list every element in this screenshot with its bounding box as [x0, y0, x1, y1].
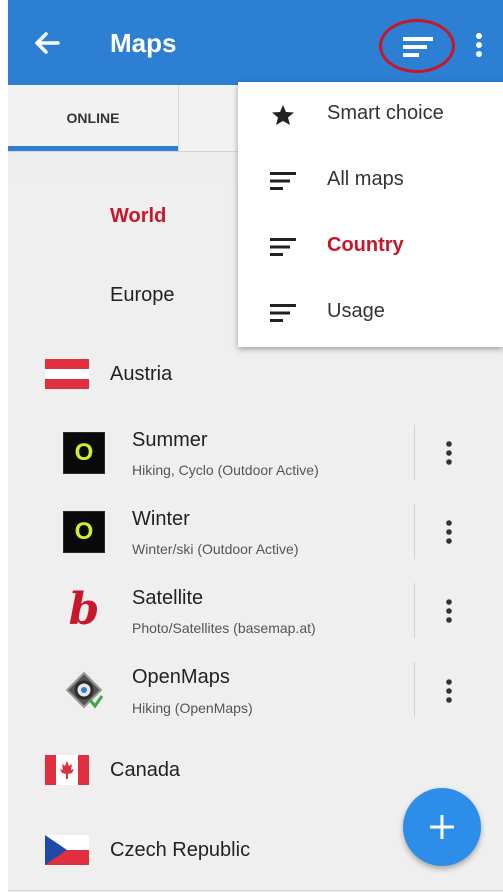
- sort-menu: Smart choice All maps Country Usage: [238, 82, 503, 347]
- divider: [414, 583, 415, 638]
- app-bar: Maps: [8, 0, 503, 85]
- outdoor-active-icon: O: [63, 511, 105, 553]
- divider: [414, 425, 415, 480]
- divider: [414, 662, 415, 717]
- europe-label: Europe: [110, 284, 175, 306]
- menu-item-label: All maps: [327, 168, 404, 190]
- menu-item-usage[interactable]: Usage: [238, 280, 503, 346]
- czech-flag-icon: [45, 835, 89, 865]
- map-row-summer[interactable]: O Summer Hiking, Cyclo (Outdoor Active): [8, 413, 503, 493]
- world-label: World: [110, 205, 167, 227]
- basemap-icon: b: [68, 584, 100, 635]
- austria-flag-icon: [45, 359, 89, 389]
- more-vertical-icon[interactable]: [472, 28, 486, 62]
- country-label: Austria: [110, 363, 173, 385]
- map-subtitle: Winter/ski (Outdoor Active): [132, 541, 299, 557]
- sort-lines-icon: [270, 172, 296, 190]
- add-map-button[interactable]: [403, 788, 481, 866]
- openmaps-icon: [65, 671, 104, 709]
- more-vertical-icon[interactable]: [442, 597, 456, 625]
- plus-icon: [430, 815, 454, 839]
- map-title: Summer: [132, 429, 208, 451]
- map-title: Winter: [132, 508, 190, 530]
- arrow-left-icon[interactable]: [30, 26, 64, 60]
- menu-item-label: Usage: [327, 300, 385, 322]
- menu-item-all-maps[interactable]: All maps: [238, 148, 503, 214]
- sort-button[interactable]: [379, 19, 455, 73]
- menu-item-country[interactable]: Country: [238, 214, 503, 280]
- more-vertical-icon[interactable]: [442, 439, 456, 467]
- menu-item-label: Country: [327, 234, 404, 256]
- country-label: Canada: [110, 759, 181, 781]
- map-row-openmaps[interactable]: OpenMaps Hiking (OpenMaps): [8, 650, 503, 731]
- tab-online[interactable]: ONLINE: [8, 85, 178, 151]
- page-title: Maps: [110, 28, 177, 58]
- tab-indicator: [8, 146, 178, 151]
- menu-item-label: Smart choice: [327, 102, 444, 124]
- more-vertical-icon[interactable]: [442, 677, 456, 705]
- sort-lines-icon: [270, 238, 296, 256]
- menu-item-smart-choice[interactable]: Smart choice: [238, 82, 503, 148]
- map-title: Satellite: [132, 587, 204, 609]
- outdoor-active-icon: O: [63, 432, 105, 474]
- map-row-winter[interactable]: O Winter Winter/ski (Outdoor Active): [8, 492, 503, 572]
- country-label: Czech Republic: [110, 839, 251, 861]
- sort-lines-icon: [270, 304, 296, 322]
- more-vertical-icon[interactable]: [442, 518, 456, 546]
- sort-lines-icon: [403, 37, 433, 57]
- divider: [414, 504, 415, 559]
- star-icon: [272, 105, 294, 125]
- map-title: OpenMaps: [132, 666, 230, 688]
- map-row-satellite[interactable]: b Satellite Photo/Satellites (basemap.at…: [8, 571, 503, 651]
- map-subtitle: Photo/Satellites (basemap.at): [132, 620, 316, 636]
- canada-flag-icon: [45, 755, 89, 785]
- map-subtitle: Hiking (OpenMaps): [132, 700, 253, 716]
- map-subtitle: Hiking, Cyclo (Outdoor Active): [132, 462, 319, 478]
